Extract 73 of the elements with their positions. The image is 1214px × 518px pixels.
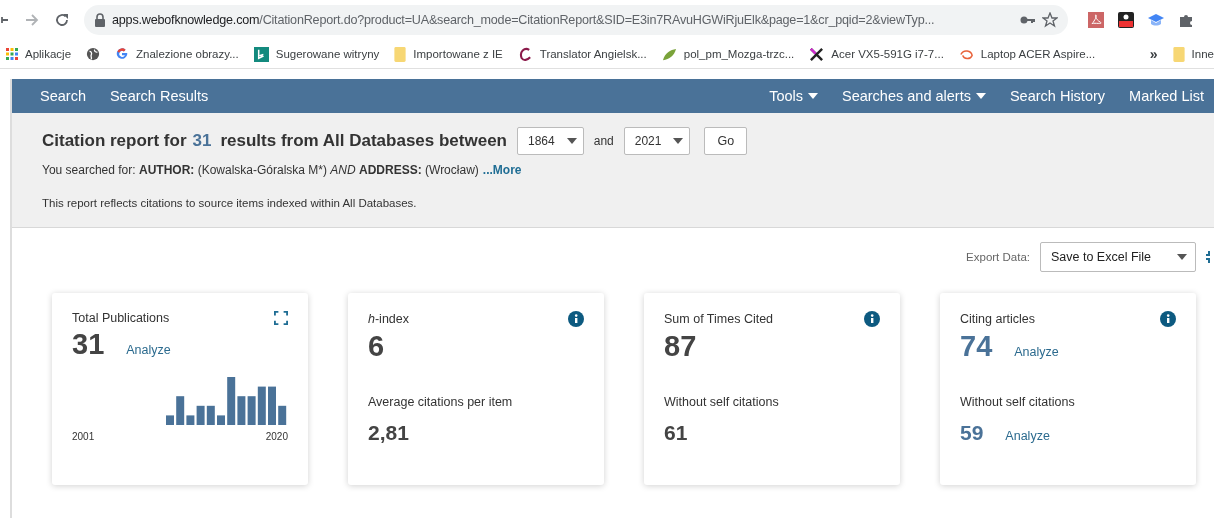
info-icon bbox=[1160, 311, 1176, 327]
sub-label: Without self citations bbox=[960, 395, 1076, 409]
reload-icon[interactable] bbox=[54, 12, 70, 28]
bookmark-link[interactable]: Aplikacje bbox=[25, 48, 72, 60]
report-title: Citation report for bbox=[42, 131, 187, 151]
google-icon bbox=[115, 47, 130, 61]
puzzle-icon[interactable] bbox=[1178, 12, 1194, 28]
curl-icon bbox=[517, 46, 533, 62]
info-icon bbox=[864, 311, 880, 327]
bookmark-link[interactable]: Znalezione obrazy... bbox=[136, 48, 239, 60]
star-icon[interactable] bbox=[1042, 12, 1058, 28]
result-count: 31 bbox=[192, 131, 212, 151]
nav-menu[interactable]: Tools bbox=[769, 88, 818, 104]
analyze-link[interactable]: Analyze bbox=[1005, 429, 1050, 443]
year-select[interactable]: 2021 bbox=[623, 127, 691, 155]
leaf-icon bbox=[661, 46, 677, 62]
bookmark-link[interactable]: Acer VX5-591G i7-7... bbox=[831, 48, 944, 60]
caret-icon bbox=[566, 138, 577, 144]
folder-icon bbox=[394, 46, 407, 62]
analyze-link[interactable]: Analyze bbox=[126, 343, 171, 357]
report-title: results from All Databases between bbox=[220, 131, 507, 151]
caret-icon bbox=[975, 93, 986, 99]
caret-icon bbox=[808, 93, 818, 99]
sub-value: 2,81 bbox=[368, 421, 409, 445]
bookmark-link[interactable]: Laptop ACER Aspire... bbox=[980, 48, 1096, 60]
bookmark-link[interactable]: pol_pm_Mozga-trzc... bbox=[683, 48, 795, 60]
caret-icon bbox=[1177, 254, 1187, 260]
bookmark-link[interactable]: Inne bbox=[1191, 48, 1214, 60]
cross-icon bbox=[809, 46, 825, 62]
address-bar[interactable]: apps.webofknowledge.com/CitationReport.do?product=UA&search_mode=CitationReport&SID=E3in7RAvuHGWiRjuElk&page=1&cr_pqid=2&viewTyp... bbox=[84, 5, 1068, 35]
caret-icon bbox=[673, 138, 684, 144]
export-label: Export Data: bbox=[966, 251, 1030, 263]
card-title: Total Publications bbox=[72, 311, 170, 325]
bookmark-link[interactable]: Translator Angielsk... bbox=[539, 48, 647, 60]
lock-icon bbox=[94, 13, 106, 27]
folder-icon bbox=[1172, 46, 1185, 62]
nav-menu[interactable]: Search History bbox=[1009, 88, 1106, 104]
sub-value: 59 bbox=[960, 421, 984, 445]
search-summary: You searched for: AUTHOR: (Kowalska-Góralska M*) AND ADDRESS: (Wrocław) ...More bbox=[42, 163, 523, 177]
stat-value: 87 bbox=[664, 330, 697, 363]
info-icon bbox=[568, 311, 584, 327]
year-select[interactable]: 1864 bbox=[517, 127, 584, 155]
sub-label: Average citations per item bbox=[368, 395, 514, 409]
sub-label: Without self citations bbox=[664, 395, 780, 409]
nav-link[interactable]: Search bbox=[40, 88, 86, 104]
more-bookmarks-button[interactable]: » bbox=[1149, 46, 1158, 62]
export-select[interactable]: Save to Excel File bbox=[1040, 242, 1196, 272]
expand-icon[interactable] bbox=[274, 311, 288, 325]
card-title: Citing articles bbox=[960, 312, 1036, 326]
sub-value: 61 bbox=[664, 421, 688, 445]
analyze-link[interactable]: Analyze bbox=[1014, 345, 1059, 359]
stat-value: 31 bbox=[72, 328, 105, 361]
pdf-icon[interactable] bbox=[1088, 12, 1104, 28]
globe-icon bbox=[86, 47, 101, 61]
nav-menu[interactable]: Marked List bbox=[1129, 88, 1204, 104]
bookmark-link[interactable]: Importowane z IE bbox=[413, 48, 503, 60]
stat-value: 74 bbox=[960, 330, 993, 363]
axis-label: 2020 bbox=[265, 431, 288, 442]
apps-grid-icon bbox=[6, 48, 18, 60]
url-text: apps.webofknowledge.com/CitationReport.do?product=UA&search_mode=CitationReport&SID=E3in7RAvuHGWiRjuElk&page=1&cr_pqid=2&viewTyp... bbox=[112, 13, 935, 27]
and-label: and bbox=[593, 134, 614, 148]
nav-link[interactable]: Search Results bbox=[109, 88, 209, 104]
stat-value: 6 bbox=[368, 330, 385, 363]
graduation-cap-icon[interactable] bbox=[1148, 12, 1164, 28]
card-title: h-index bbox=[368, 312, 409, 326]
card-title: Sum of Times Cited bbox=[664, 312, 774, 326]
nav-menu[interactable]: Searches and alerts bbox=[842, 88, 986, 104]
bing-icon bbox=[253, 46, 269, 62]
axis-label: 2001 bbox=[72, 431, 95, 442]
report-note: This report reflects citations to source items indexed within All Databases. bbox=[42, 197, 418, 209]
go-button[interactable]: Go bbox=[704, 127, 748, 155]
bookmark-link[interactable]: Sugerowane witryny bbox=[275, 48, 380, 60]
more-link[interactable]: ...More bbox=[482, 163, 522, 177]
